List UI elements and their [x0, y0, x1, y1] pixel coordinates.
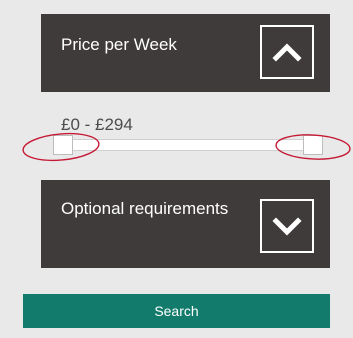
optional-panel-toggle-button[interactable] — [260, 199, 314, 253]
price-range-area: £0 - £294 — [41, 92, 330, 180]
price-slider-min-handle[interactable] — [53, 135, 73, 155]
chevron-down-icon — [272, 217, 302, 236]
price-per-week-panel: Price per Week — [41, 14, 330, 92]
price-slider-max-handle[interactable] — [303, 135, 323, 155]
price-range-label: £0 - £294 — [61, 115, 133, 134]
optional-requirements-panel: Optional requirements — [41, 180, 330, 268]
price-panel-toggle-button[interactable] — [260, 25, 314, 79]
chevron-up-icon — [272, 43, 302, 62]
search-button[interactable]: Search — [23, 294, 330, 328]
price-slider-track[interactable] — [53, 139, 323, 151]
optional-requirements-title: Optional requirements — [61, 199, 229, 218]
price-per-week-title: Price per Week — [61, 35, 177, 54]
